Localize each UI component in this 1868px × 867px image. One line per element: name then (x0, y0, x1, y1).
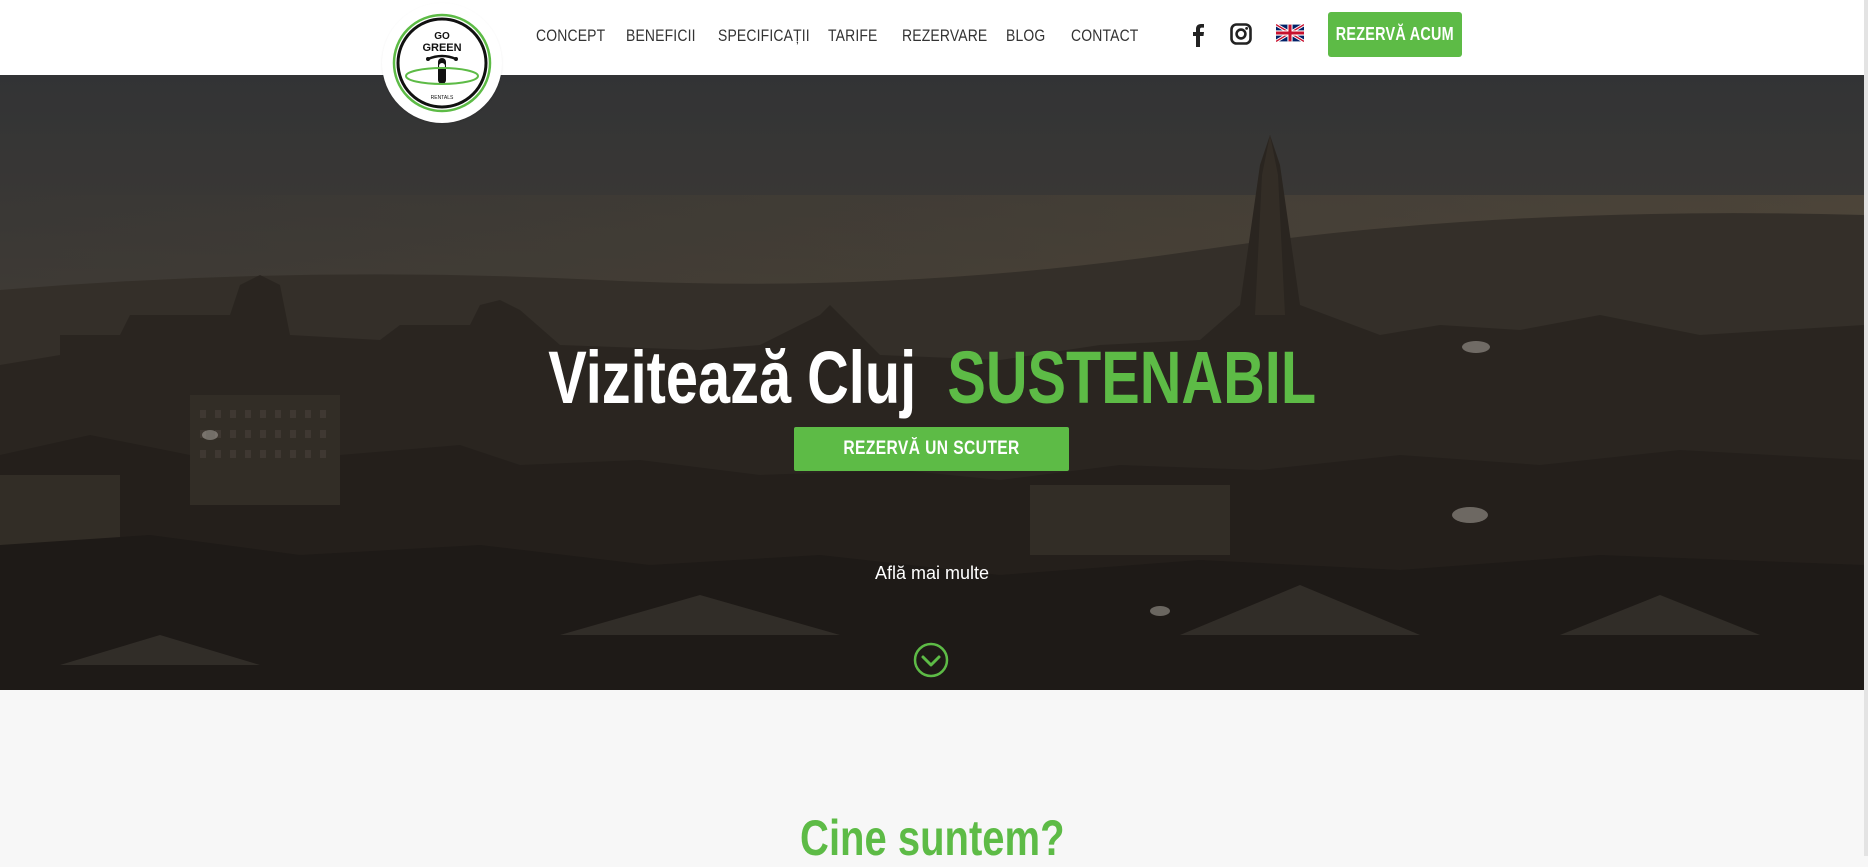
site-logo[interactable]: GO GREEN RENTALS (382, 3, 502, 123)
site-header: CONCEPT BENEFICII SPECIFICAȚII TARIFE RE… (0, 0, 1864, 75)
nav-concept[interactable]: CONCEPT (536, 26, 605, 46)
book-now-label: REZERVĂ ACUM (1335, 24, 1455, 44)
book-scooter-label: REZERVĂ UN SCUTER (843, 438, 1020, 459)
hero-title-white: Vizitează Cluj (548, 335, 916, 419)
learn-more-link[interactable]: Află mai multe (0, 563, 1864, 584)
nav-blog[interactable]: BLOG (1006, 26, 1045, 46)
facebook-icon[interactable] (1188, 23, 1208, 52)
nav-beneficii[interactable]: BENEFICII (626, 26, 696, 46)
nav-specificatii[interactable]: SPECIFICAȚII (718, 26, 810, 46)
book-scooter-button[interactable]: REZERVĂ UN SCUTER (794, 427, 1069, 471)
scooter-logo-icon: GO GREEN RENTALS (392, 13, 492, 113)
hero-title: Vizitează Cluj SUSTENABIL (0, 335, 1864, 420)
book-now-button[interactable]: REZERVĂ ACUM (1328, 12, 1462, 57)
nav-contact[interactable]: CONTACT (1071, 26, 1138, 46)
logo-text-rentals: RENTALS (431, 95, 454, 101)
hero-section: Vizitează Cluj SUSTENABIL REZERVĂ UN SCUT… (0, 75, 1864, 690)
logo-text-go: GO (434, 31, 450, 42)
hero-title-green: SUSTENABIL (947, 335, 1316, 419)
instagram-icon[interactable] (1230, 23, 1252, 50)
nav-rezervare[interactable]: REZERVARE (902, 26, 987, 46)
page-scrollbar[interactable] (1864, 0, 1868, 856)
nav-tarife[interactable]: TARIFE (828, 26, 878, 46)
section-title-who-we-are: Cine suntem? (0, 809, 1864, 867)
scroll-down-chevron-icon[interactable] (913, 642, 949, 683)
section-title-text: Cine suntem? (799, 809, 1065, 866)
page: CONCEPT BENEFICII SPECIFICAȚII TARIFE RE… (0, 0, 1868, 866)
logo-text-green: GREEN (422, 42, 461, 54)
uk-flag-icon[interactable] (1275, 23, 1305, 47)
